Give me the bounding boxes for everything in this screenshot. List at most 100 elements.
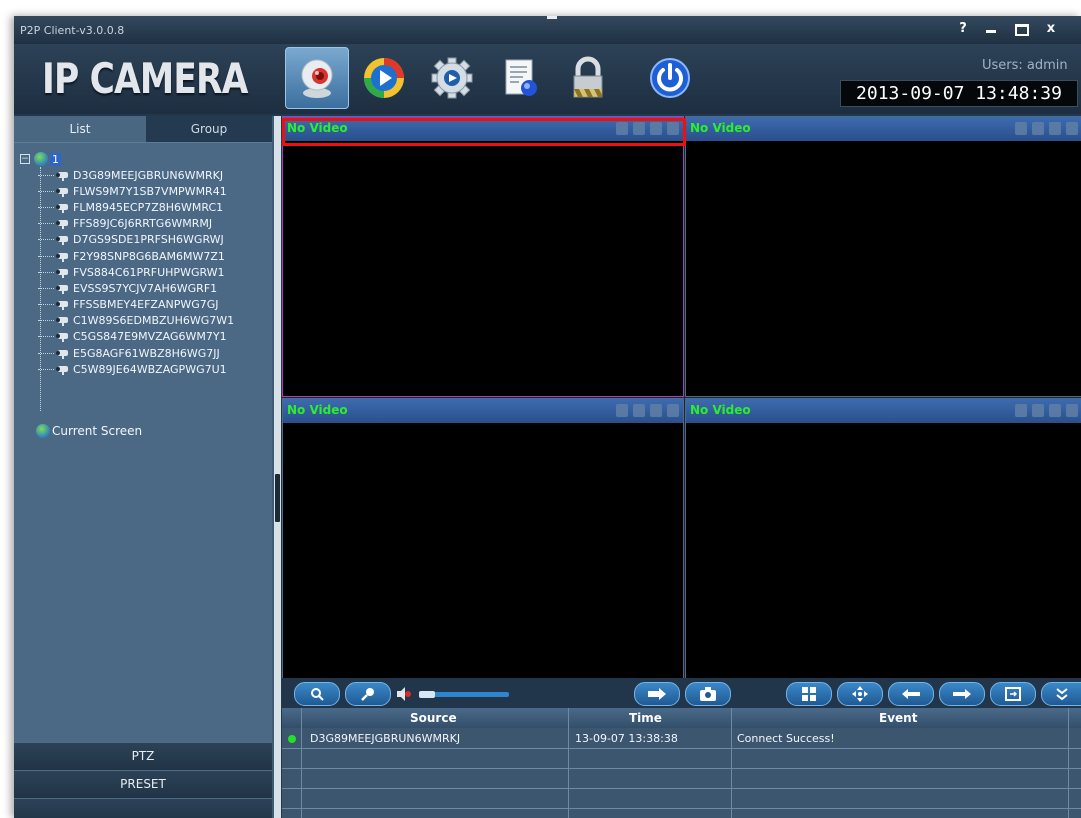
event-row-empty: [282, 769, 1081, 789]
camera-icon: [56, 267, 69, 278]
speaker-icon[interactable]: [633, 404, 645, 417]
device-id: FLM8945ECP7Z8H6WMRC1: [73, 200, 224, 214]
video-cell-2[interactable]: No Video: [685, 116, 1081, 397]
cell-controls: [1015, 404, 1078, 417]
device-item[interactable]: FFS89JC6J6RRTG6WMRMJ: [38, 216, 234, 232]
previous-button[interactable]: [888, 682, 934, 706]
device-item[interactable]: C1W89S6EDMBZUH6WG7W1: [38, 313, 234, 329]
ptz-direction-button[interactable]: [837, 682, 883, 706]
no-video-label: No Video: [690, 403, 751, 417]
tab-list[interactable]: List: [14, 116, 146, 142]
device-item[interactable]: FLM8945ECP7Z8H6WMRC1: [38, 199, 234, 215]
preset-button[interactable]: PRESET: [14, 770, 272, 798]
current-screen-node[interactable]: Current Screen: [36, 424, 142, 438]
tree-connector: [38, 352, 54, 354]
splitter-handle[interactable]: [275, 474, 280, 522]
settings-button[interactable]: [421, 48, 483, 108]
no-video-label: No Video: [287, 403, 348, 417]
sidebar-empty-button[interactable]: [14, 798, 272, 818]
cycle-button[interactable]: [990, 682, 1036, 706]
device-item[interactable]: D7GS9SDE1PRFSH6WGRWJ: [38, 232, 234, 248]
video-cell-header: No Video: [283, 117, 683, 141]
tab-group[interactable]: Group: [146, 116, 272, 142]
video-record-icon: [648, 688, 666, 700]
device-item[interactable]: EVSS9S7YCJV7AH6WGRF1: [38, 280, 234, 296]
speaker-icon[interactable]: [1032, 404, 1044, 417]
zoom-button[interactable]: [294, 682, 340, 706]
video-cell-1[interactable]: No Video: [282, 116, 684, 397]
device-item[interactable]: FVS884C61PRFUHPWGRW1: [38, 264, 234, 280]
playback-button[interactable]: [353, 48, 415, 108]
video-cell-header: No Video: [283, 399, 683, 423]
speaker-icon[interactable]: [633, 122, 645, 135]
header: IP CAMERA Users: admin 2013-09-07 13:48:…: [14, 44, 1081, 114]
device-item[interactable]: F2Y98SNP8G6BAM6MW7Z1: [38, 248, 234, 264]
tree-connector: [38, 255, 54, 257]
record-icon[interactable]: [1049, 404, 1061, 417]
tree-connector: [38, 271, 54, 273]
collapse-icon[interactable]: −: [20, 154, 30, 164]
record-icon[interactable]: [650, 122, 662, 135]
panel-splitter[interactable]: [274, 116, 281, 818]
event-log: Source Time Event D3G89MEEJGBRUN6WMRKJ 1…: [282, 708, 1081, 818]
live-view-button[interactable]: [285, 47, 349, 109]
talk-button[interactable]: [345, 682, 391, 706]
event-time: 13-09-07 13:38:38: [575, 732, 678, 745]
expand-more-button[interactable]: [1041, 682, 1081, 706]
maximize-cell-icon[interactable]: [667, 404, 679, 417]
mic-icon[interactable]: [616, 404, 628, 417]
event-row[interactable]: D3G89MEEJGBRUN6WMRKJ 13-09-07 13:38:38 C…: [282, 729, 1081, 749]
device-item[interactable]: C5GS847E9MVZAG6WM7Y1: [38, 329, 234, 345]
device-item[interactable]: FFSSBMEY4EFZANPWG7GJ: [38, 297, 234, 313]
no-video-label: No Video: [287, 121, 348, 135]
close-button[interactable]: x: [1038, 19, 1064, 39]
mic-icon[interactable]: [1015, 404, 1027, 417]
video-cell-3[interactable]: No Video: [282, 398, 684, 679]
microphone-icon: [361, 688, 374, 701]
maximize-cell-icon[interactable]: [667, 122, 679, 135]
app-logo: IP CAMERA: [42, 54, 248, 103]
mic-icon[interactable]: [1015, 122, 1027, 135]
column-event[interactable]: Event: [879, 711, 917, 725]
camera-icon: [56, 170, 69, 181]
record-button[interactable]: [634, 682, 680, 706]
record-icon[interactable]: [1049, 122, 1061, 135]
clock-display: 2013-09-07 13:48:39: [840, 80, 1078, 107]
video-cell-4[interactable]: No Video: [685, 398, 1081, 679]
device-item[interactable]: FLWS9M7Y1SB7VMPWMR41: [38, 183, 234, 199]
maximize-button[interactable]: [1008, 19, 1034, 39]
tree-connector: [38, 190, 54, 192]
record-icon[interactable]: [650, 404, 662, 417]
ptz-button[interactable]: PTZ: [14, 742, 272, 770]
device-item[interactable]: E5G8AGF61WBZ8H6WG7JJ: [38, 345, 234, 361]
device-id: FFS89JC6J6RRTG6WMRMJ: [73, 217, 213, 231]
next-button[interactable]: [939, 682, 985, 706]
power-button[interactable]: [639, 48, 701, 108]
device-id: D7GS9SDE1PRFSH6WGRWJ: [73, 233, 224, 247]
mic-icon[interactable]: [616, 122, 628, 135]
logged-in-user: Users: admin: [982, 58, 1068, 73]
camera-icon: [56, 202, 69, 213]
lock-button[interactable]: [557, 48, 619, 108]
layout-button[interactable]: [786, 682, 832, 706]
volume-slider[interactable]: [419, 691, 509, 698]
help-button[interactable]: ?: [952, 19, 974, 39]
minimize-button[interactable]: [979, 19, 1003, 39]
tree-root-node[interactable]: − 1: [20, 151, 61, 167]
column-source[interactable]: Source: [410, 711, 457, 725]
device-item[interactable]: C5W89JE64WBZAGPWG7U1: [38, 361, 234, 377]
speaker-mute-icon[interactable]: [396, 686, 412, 702]
speaker-icon[interactable]: [1032, 122, 1044, 135]
grid-layout-icon: [802, 687, 816, 701]
tree-connector: [38, 304, 54, 306]
device-item[interactable]: D3G89MEEJGBRUN6WMRKJ: [38, 167, 234, 183]
maximize-cell-icon[interactable]: [1066, 404, 1078, 417]
tree-connector: [38, 206, 54, 208]
column-time[interactable]: Time: [629, 711, 662, 725]
log-button[interactable]: [489, 48, 551, 108]
snapshot-button[interactable]: [685, 682, 731, 706]
current-screen-label: Current Screen: [52, 424, 143, 438]
maximize-cell-icon[interactable]: [1066, 122, 1078, 135]
tree-connector: [38, 320, 54, 322]
camera-icon: [56, 218, 69, 230]
